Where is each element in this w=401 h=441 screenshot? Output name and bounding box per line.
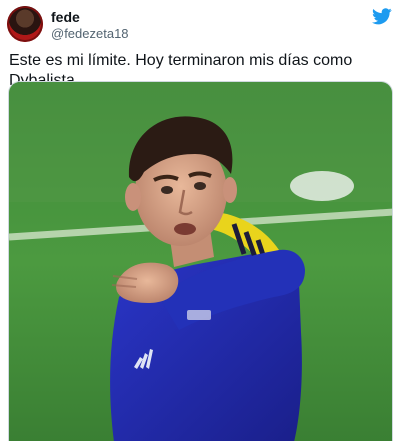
twitter-bird-icon[interactable] (372, 8, 392, 25)
tweet-header: fede @fedezeta18 (7, 6, 394, 44)
display-name[interactable]: fede (51, 9, 80, 25)
tweet-photo[interactable] (8, 81, 393, 441)
avatar[interactable] (7, 6, 43, 42)
player-photo (9, 82, 392, 441)
user-handle[interactable]: @fedezeta18 (51, 26, 129, 41)
